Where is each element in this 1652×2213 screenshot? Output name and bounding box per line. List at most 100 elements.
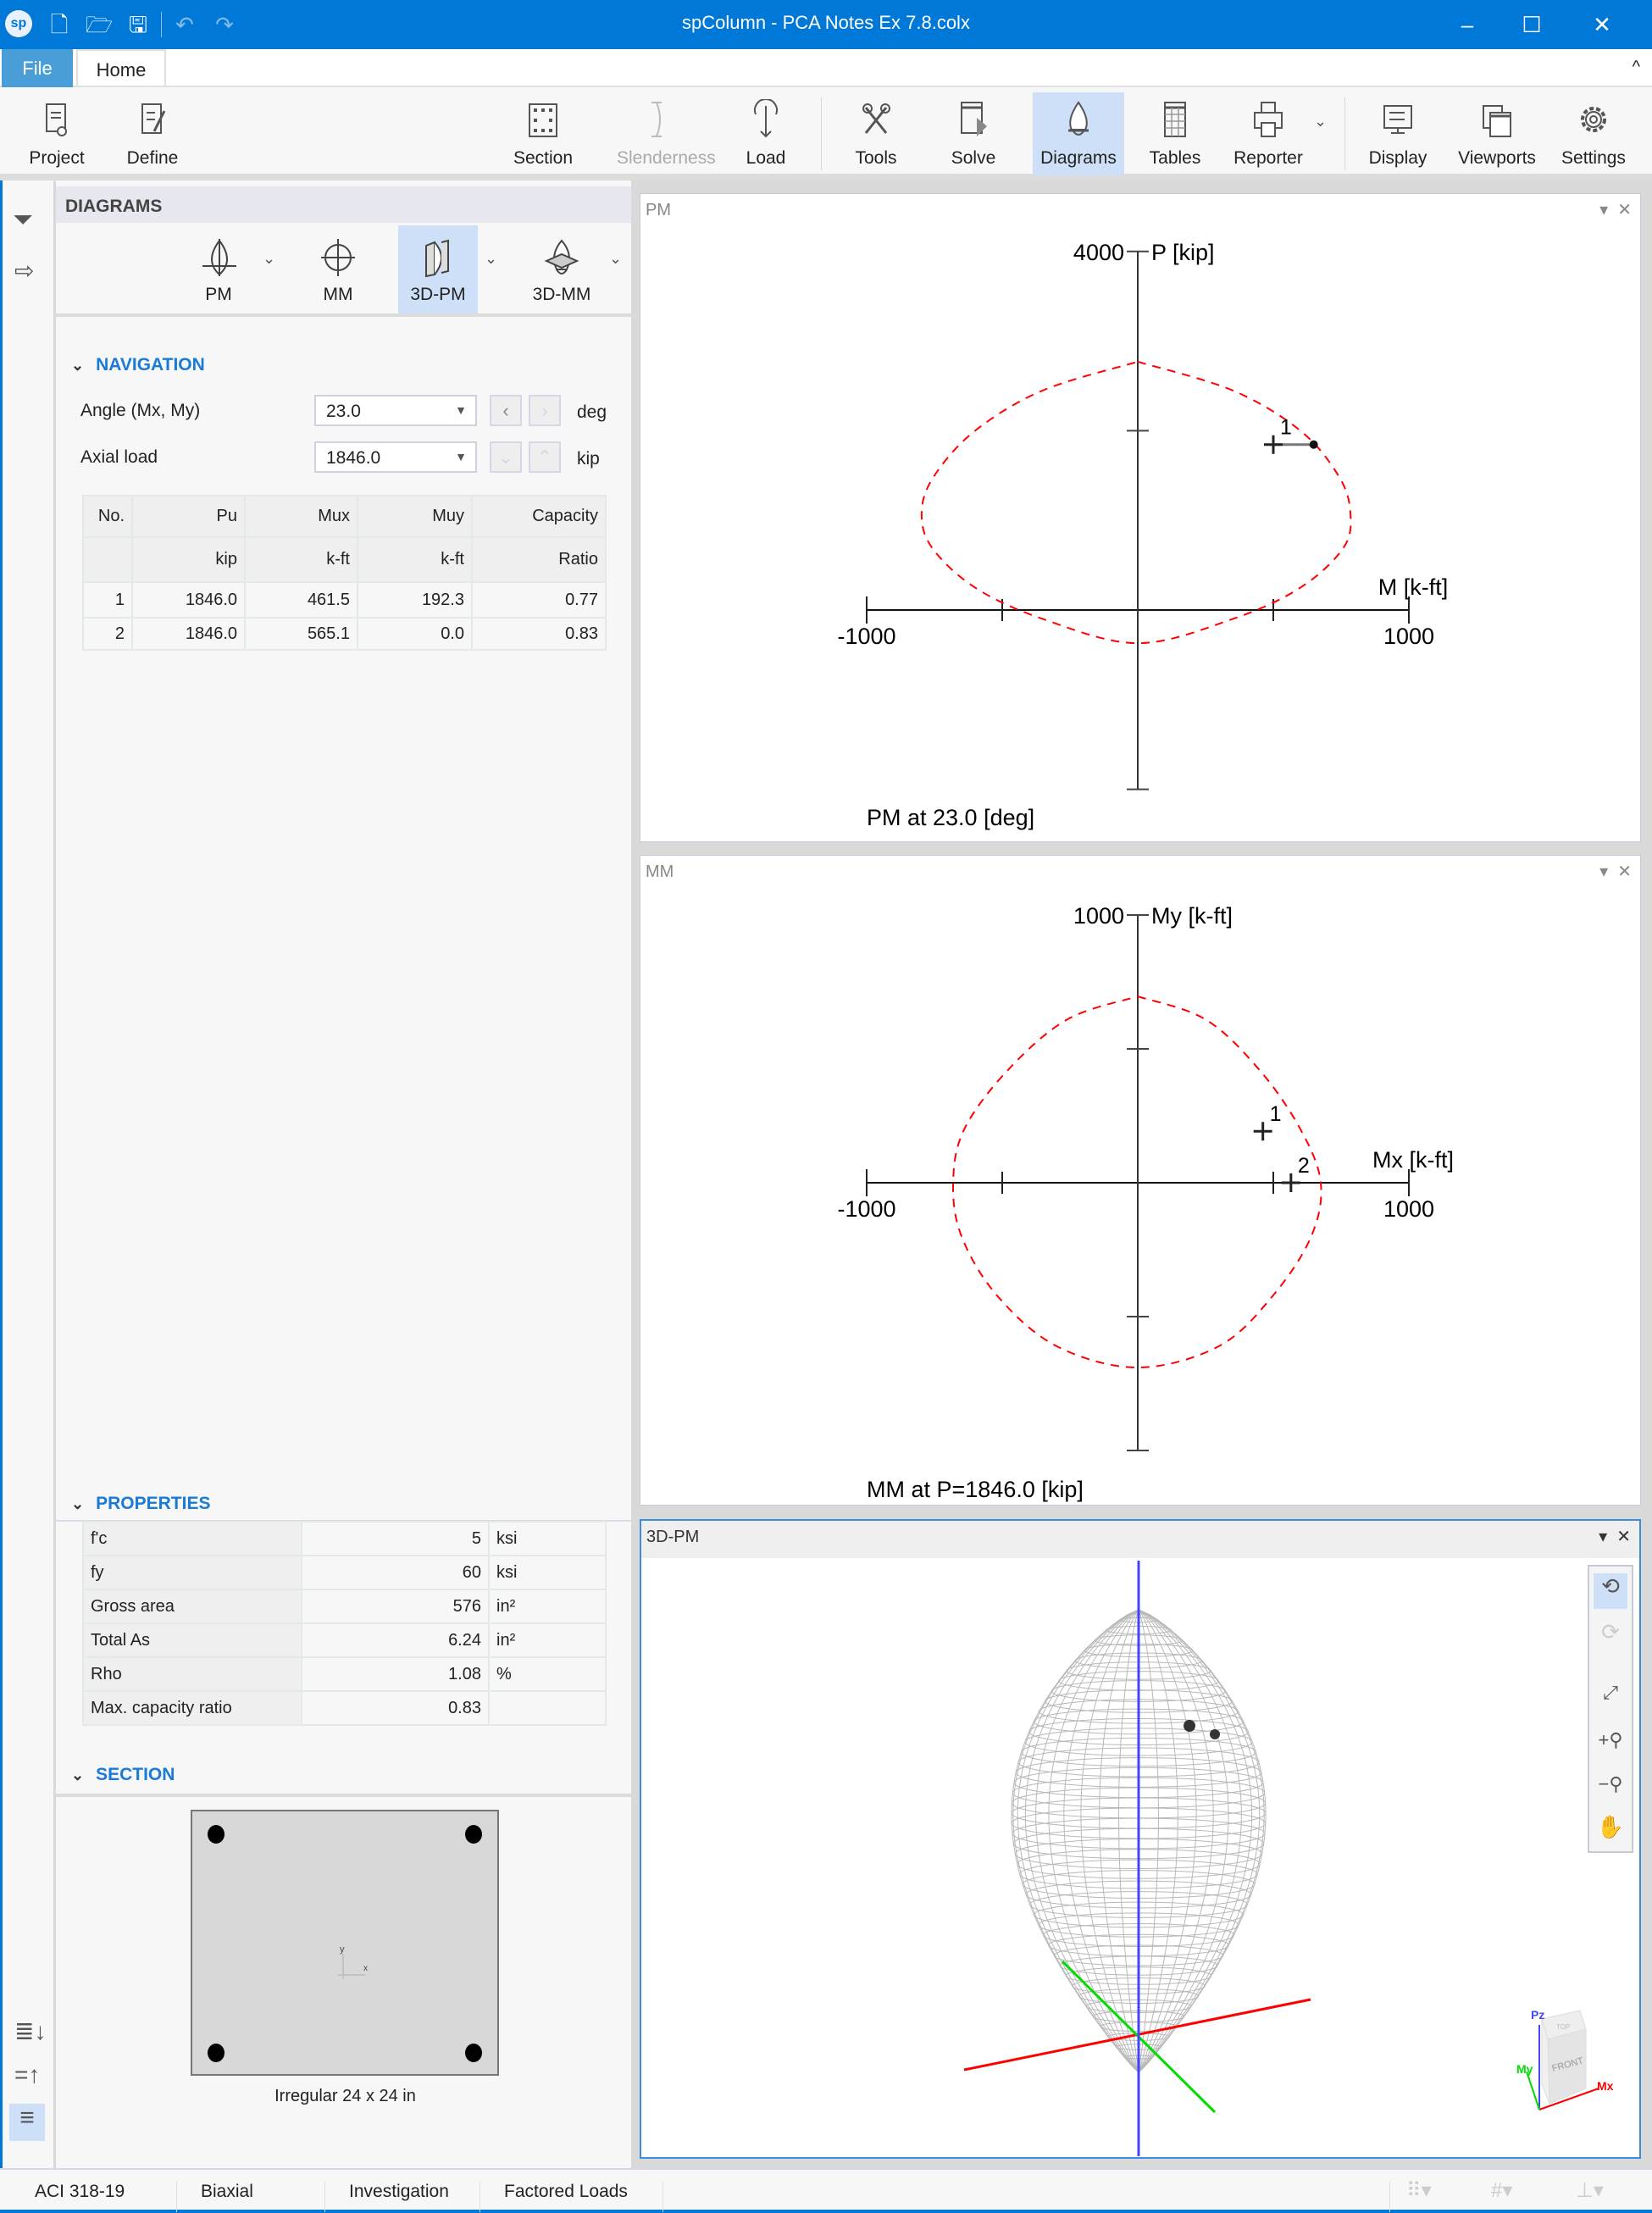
3d-mm-dropdown-icon[interactable]: ⌄ bbox=[609, 250, 622, 268]
tools-icon bbox=[862, 103, 890, 134]
pm-diagram-button[interactable]: PM bbox=[179, 225, 258, 313]
cell: 0.83 bbox=[471, 617, 607, 651]
property-unit bbox=[488, 1690, 607, 1726]
chart-caption: PM at 23.0 [deg] bbox=[867, 805, 1034, 830]
rotate-icon[interactable]: ⟲ bbox=[1594, 1573, 1627, 1609]
window-title: spColumn - PCA Notes Ex 7.8.colx bbox=[682, 12, 970, 33]
3d-pm-dropdown-icon[interactable]: ⌄ bbox=[485, 250, 497, 268]
tab-home[interactable]: Home bbox=[76, 49, 166, 87]
tab-file[interactable]: File bbox=[2, 49, 73, 87]
property-unit: ksi bbox=[488, 1521, 607, 1556]
export-icon[interactable]: ⇨ bbox=[14, 257, 34, 285]
viewports-label: Viewports bbox=[1458, 148, 1536, 168]
property-name: Gross area bbox=[82, 1589, 302, 1624]
diagrams-button[interactable]: Diagrams bbox=[1033, 92, 1124, 175]
close-button[interactable]: ✕ bbox=[1588, 10, 1616, 39]
property-unit: % bbox=[488, 1656, 607, 1692]
settings-label: Settings bbox=[1561, 148, 1626, 168]
cube-top-label: TOP bbox=[1556, 2023, 1570, 2031]
section-caption: Irregular 24 x 24 in bbox=[274, 2087, 416, 2105]
table-header-row: No. Pu Mux Muy Capacity bbox=[82, 495, 607, 538]
maximize-button[interactable]: ☐ bbox=[1517, 10, 1546, 39]
tables-label: Tables bbox=[1149, 148, 1201, 168]
section-icon bbox=[529, 103, 557, 137]
3d-mm-diagram-button[interactable]: 3D-MM bbox=[522, 225, 601, 313]
section-drawing: y x bbox=[191, 1810, 499, 2076]
expand-all-icon[interactable]: ≣↓ bbox=[14, 2017, 46, 2045]
navigation-section-header[interactable]: ⌄ NAVIGATION bbox=[71, 355, 205, 375]
col-unit: Ratio bbox=[471, 536, 607, 583]
solve-button[interactable]: Solve bbox=[934, 92, 1012, 175]
property-value: 0.83 bbox=[301, 1690, 490, 1726]
section-label: Section bbox=[513, 148, 574, 168]
project-button[interactable]: Project bbox=[18, 92, 96, 175]
tools-button[interactable]: Tools bbox=[837, 92, 915, 175]
pm-dropdown-icon[interactable]: ⌄ bbox=[263, 250, 275, 268]
display-button[interactable]: Display bbox=[1359, 92, 1437, 175]
col-header: No. bbox=[82, 495, 133, 538]
axial-load-combo[interactable]: 1846.0 ▼ bbox=[314, 441, 477, 473]
3d-pm-diagram-button[interactable]: 3D-PM bbox=[398, 225, 478, 313]
reporter-dropdown-icon[interactable]: ⌄ bbox=[1314, 113, 1327, 130]
pan-hand-icon[interactable]: ✋ bbox=[1594, 1814, 1627, 1840]
table-row[interactable]: 1 1846.0 461.5 192.3 0.77 bbox=[82, 581, 607, 618]
viewports-button[interactable]: Viewports bbox=[1458, 92, 1536, 175]
status-run-axis: Biaxial bbox=[176, 2182, 253, 2212]
col-header: Pu bbox=[131, 495, 246, 538]
grid-lines-icon[interactable]: #▾ bbox=[1491, 2178, 1512, 2203]
property-value: 576 bbox=[301, 1589, 490, 1624]
x-tick-label: 1000 bbox=[1383, 1196, 1434, 1222]
section-button[interactable]: Section bbox=[504, 92, 582, 175]
mm-diagram-button[interactable]: MM bbox=[298, 225, 378, 313]
zoom-in-icon[interactable]: +⚲ bbox=[1594, 1729, 1627, 1751]
slenderness-button[interactable]: Slenderness bbox=[617, 92, 716, 175]
gear-icon bbox=[1581, 107, 1606, 132]
grid-dots-icon[interactable]: ⠿▾ bbox=[1406, 2178, 1432, 2203]
filter-icon[interactable]: ⏷ bbox=[13, 206, 33, 235]
table-units-row: kip k-ft k-ft Ratio bbox=[82, 536, 607, 583]
load-button[interactable]: Load bbox=[727, 92, 805, 175]
section-section-header[interactable]: ⌄ SECTION bbox=[71, 1765, 175, 1785]
load-point-3d bbox=[1184, 1720, 1195, 1732]
rotate-disabled-icon[interactable]: ⟳ bbox=[1594, 1619, 1627, 1645]
cell: 1846.0 bbox=[131, 581, 246, 618]
angle-unit: deg bbox=[577, 402, 607, 422]
tables-button[interactable]: Tables bbox=[1136, 92, 1214, 175]
angle-combo[interactable]: 23.0 ▼ bbox=[314, 395, 477, 426]
table-row[interactable]: 2 1846.0 565.1 0.0 0.83 bbox=[82, 617, 607, 651]
minimize-button[interactable]: – bbox=[1453, 10, 1482, 39]
ribbon-separator bbox=[1344, 97, 1345, 170]
load-point-3d bbox=[1210, 1729, 1220, 1739]
define-label: Define bbox=[126, 148, 179, 168]
col-unit bbox=[82, 536, 133, 583]
capacity-point bbox=[1309, 440, 1318, 449]
collapse-ribbon-button[interactable]: ^ bbox=[1633, 58, 1640, 77]
mm-viewport: MM ▾ ✕ -1000 1000 1000 My [k-ft] Mx [k-ft] MM… bbox=[640, 855, 1641, 1506]
snap-icon[interactable]: ⊥▾ bbox=[1576, 2178, 1604, 2203]
settings-button[interactable]: Settings bbox=[1555, 92, 1633, 175]
zoom-out-icon[interactable]: −⚲ bbox=[1594, 1773, 1627, 1795]
section-x-label: x bbox=[363, 1964, 368, 1973]
cube-x-label: Mx bbox=[1597, 2079, 1614, 2093]
collapse-all-icon[interactable]: =↑ bbox=[14, 2061, 40, 2088]
zoom-fit-icon[interactable]: ⤢ bbox=[1594, 1682, 1627, 1704]
property-name: f'c bbox=[82, 1521, 302, 1556]
properties-section-header[interactable]: ⌄ PROPERTIES bbox=[71, 1494, 210, 1514]
property-name: Max. capacity ratio bbox=[82, 1690, 302, 1726]
section-title: SECTION bbox=[96, 1765, 175, 1784]
axial-up-button[interactable]: ⌃ bbox=[529, 441, 561, 473]
define-button[interactable]: Define bbox=[114, 92, 191, 175]
ribbon: Project Define Section Slenderness Load … bbox=[0, 87, 1652, 180]
reporter-button[interactable]: Reporter bbox=[1229, 92, 1307, 175]
divider bbox=[1389, 2182, 1390, 2212]
cube-y-label: My bbox=[1516, 2062, 1533, 2076]
angle-next-button[interactable]: › bbox=[529, 395, 561, 426]
cell: 0.77 bbox=[471, 581, 607, 618]
properties-table: f'c 5 ksi fy 60 ksi Gross area 576 in² Total As 6.… bbox=[82, 1521, 607, 1726]
col-unit: k-ft bbox=[244, 536, 358, 583]
menu-icon[interactable]: ≡ bbox=[9, 2104, 45, 2141]
x-tick-label: -1000 bbox=[837, 624, 895, 649]
angle-prev-button[interactable]: ‹ bbox=[490, 395, 522, 426]
axial-down-button[interactable]: ⌄ bbox=[490, 441, 522, 473]
cell: 1846.0 bbox=[131, 617, 246, 651]
